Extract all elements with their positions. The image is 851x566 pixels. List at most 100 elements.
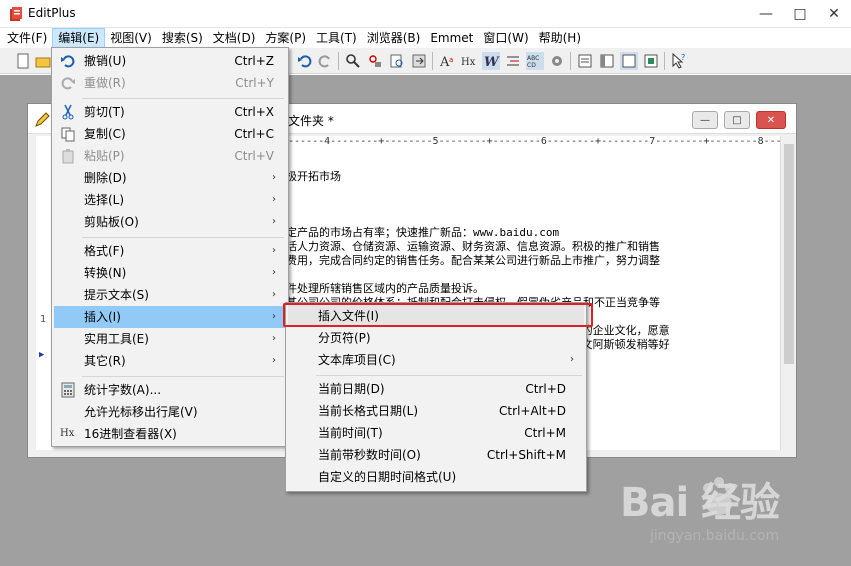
toolbar-separator	[570, 52, 571, 70]
word-wrap-icon[interactable]: W	[482, 52, 500, 70]
insert-submenu: 插入文件(I) 分页符(P) 文本库项目(C) › 当前日期(D) Ctrl+D…	[285, 302, 587, 492]
doc-close-button[interactable]: ✕	[756, 111, 786, 129]
menu-project[interactable]: 方案(P)	[260, 28, 311, 48]
help-pointer-icon[interactable]: ?	[670, 52, 688, 70]
copy-icon	[61, 127, 75, 142]
submenu-arrow-icon: ›	[272, 194, 276, 205]
menu-view[interactable]: 视图(V)	[105, 28, 157, 48]
document-title: 文件夹 *	[288, 114, 334, 128]
scrollbar-thumb[interactable]	[784, 144, 794, 364]
menu-help[interactable]: 帮助(H)	[534, 28, 586, 48]
pencil-icon	[35, 112, 50, 127]
svg-text:?: ?	[681, 53, 685, 62]
scissors-icon	[62, 104, 74, 120]
watermark-site: jingyan.baidu.com	[650, 528, 780, 544]
menu-item-delete[interactable]: 删除(D) ›	[54, 167, 286, 189]
text-line: 费用，完成合同约定的销售任务。配合某某公司进行新品上市推广，努力调整	[286, 254, 660, 267]
redo-toolbar-icon[interactable]	[316, 52, 334, 70]
menu-item-select[interactable]: 选择(L) ›	[54, 189, 286, 211]
menu-tools[interactable]: 工具(T)	[311, 28, 362, 48]
clip-window-icon[interactable]	[642, 52, 660, 70]
svg-text:ABC: ABC	[527, 55, 539, 62]
submenu-item-time-seconds[interactable]: 当前带秒数时间(O) Ctrl+Shift+M	[288, 444, 584, 466]
submenu-arrow-icon: ›	[272, 172, 276, 183]
redo-icon	[61, 77, 75, 90]
menu-item-other[interactable]: 其它(R) ›	[54, 350, 286, 372]
minimize-icon: —	[759, 6, 773, 22]
toolbar-separator	[664, 52, 665, 70]
menu-emmet[interactable]: Emmet	[425, 28, 478, 48]
menu-item-format[interactable]: 格式(F) ›	[54, 240, 286, 262]
browser-preview-icon[interactable]	[620, 52, 638, 70]
submenu-item-current-time[interactable]: 当前时间(T) Ctrl+M	[288, 422, 584, 444]
restore-icon: □	[732, 114, 742, 126]
menu-item-paste[interactable]: 粘贴(P) Ctrl+V	[54, 145, 286, 167]
view-panel-icon[interactable]	[598, 52, 616, 70]
paste-icon	[62, 149, 74, 164]
submenu-arrow-icon: ›	[272, 245, 276, 256]
settings-gear-icon[interactable]	[548, 52, 566, 70]
minimize-button[interactable]: —	[749, 0, 783, 28]
toolbar-separator	[338, 52, 339, 70]
menu-item-insert[interactable]: 插入(I) ›	[54, 306, 286, 328]
menu-item-cursor-beyond-eol[interactable]: 允许光标移出行尾(V)	[54, 401, 286, 423]
menu-item-undo[interactable]: 撤销(U) Ctrl+Z	[54, 50, 286, 72]
submenu-item-long-date[interactable]: 当前长格式日期(L) Ctrl+Alt+D	[288, 400, 584, 422]
svg-text:CD: CD	[527, 62, 536, 69]
font-icon[interactable]: Aa	[438, 52, 456, 70]
doc-minimize-button[interactable]: —	[692, 111, 718, 129]
highlight-annotation	[283, 303, 593, 327]
menu-file[interactable]: 文件(F)	[2, 28, 52, 48]
undo-toolbar-icon[interactable]	[296, 52, 314, 70]
menu-item-hint-text[interactable]: 提示文本(S) ›	[54, 284, 286, 306]
menu-separator	[82, 237, 284, 238]
submenu-item-current-date[interactable]: 当前日期(D) Ctrl+D	[288, 378, 584, 400]
submenu-arrow-icon: ›	[272, 355, 276, 366]
find-icon[interactable]	[344, 52, 362, 70]
replace-icon[interactable]	[366, 52, 384, 70]
menu-browser[interactable]: 浏览器(B)	[362, 28, 426, 48]
menu-item-convert[interactable]: 转换(N) ›	[54, 262, 286, 284]
menu-item-redo[interactable]: 重做(R) Ctrl+Y	[54, 72, 286, 94]
menu-item-hex-viewer[interactable]: Hx 16进制查看器(X)	[54, 423, 286, 445]
close-button[interactable]: ✕	[817, 0, 851, 28]
edit-menu: 撤销(U) Ctrl+Z 重做(R) Ctrl+Y 剪切(T) Ctrl+X 复…	[51, 47, 289, 447]
submenu-item-custom-datetime[interactable]: 自定义的日期时间格式(U)	[288, 466, 584, 488]
maximize-button[interactable]: □	[783, 0, 817, 28]
goto-line-icon[interactable]	[410, 52, 428, 70]
hex-toolbar-icon[interactable]: Hx	[460, 52, 478, 70]
submenu-item-text-library[interactable]: 文本库项目(C) ›	[288, 349, 584, 371]
menu-item-cut[interactable]: 剪切(T) Ctrl+X	[54, 101, 286, 123]
menu-item-clipboard[interactable]: 剪贴板(O) ›	[54, 211, 286, 233]
menu-item-word-count[interactable]: 统计字数(A)...	[54, 379, 286, 401]
new-file-icon[interactable]	[14, 52, 32, 70]
find-in-files-icon[interactable]	[388, 52, 406, 70]
menu-search[interactable]: 搜索(S)	[157, 28, 208, 48]
menu-edit[interactable]: 编辑(E)	[52, 28, 106, 48]
menu-item-copy[interactable]: 复制(C) Ctrl+C	[54, 123, 286, 145]
spellcheck-icon[interactable]: ABCCD	[526, 52, 544, 70]
window-title: EditPlus	[28, 6, 76, 20]
submenu-arrow-icon: ›	[272, 311, 276, 322]
indent-icon[interactable]	[504, 52, 522, 70]
svg-text:Hx: Hx	[461, 57, 476, 68]
vertical-scrollbar[interactable]	[780, 136, 796, 450]
menu-separator	[82, 98, 284, 99]
submenu-item-page-break[interactable]: 分页符(P)	[288, 327, 584, 349]
doc-restore-button[interactable]: □	[724, 111, 750, 129]
hex-icon: Hx	[60, 428, 75, 439]
close-icon: ✕	[766, 114, 776, 126]
menu-document[interactable]: 文档(D)	[208, 28, 261, 48]
cursor-line-marker-icon: ▶	[39, 350, 45, 360]
submenu-arrow-icon: ›	[272, 267, 276, 278]
submenu-arrow-icon: ›	[570, 354, 574, 365]
gutter-mark: 1	[40, 314, 47, 325]
calculator-icon	[61, 382, 75, 398]
menu-window[interactable]: 窗口(W)	[478, 28, 533, 48]
submenu-arrow-icon: ›	[272, 216, 276, 227]
open-folder-icon[interactable]	[34, 52, 52, 70]
menu-item-utilities[interactable]: 实用工具(E) ›	[54, 328, 286, 350]
menu-separator	[316, 375, 582, 376]
submenu-arrow-icon: ›	[272, 333, 276, 344]
view-list-icon[interactable]	[576, 52, 594, 70]
